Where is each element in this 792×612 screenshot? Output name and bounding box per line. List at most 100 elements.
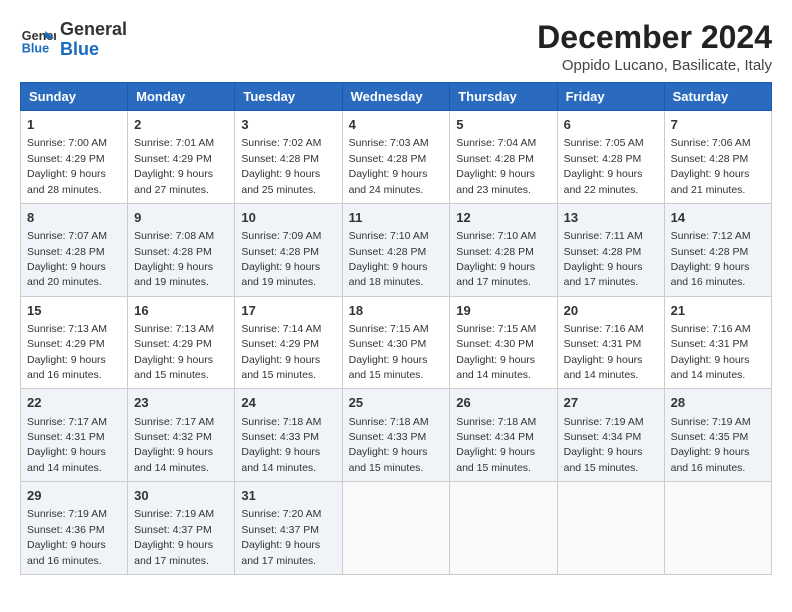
day-number: 13 (564, 209, 658, 227)
day-27: 27 Sunrise: 7:19 AMSunset: 4:34 PMDaylig… (557, 389, 664, 482)
day-8: 8 Sunrise: 7:07 AMSunset: 4:28 PMDayligh… (21, 203, 128, 296)
day-info: Sunrise: 7:17 AMSunset: 4:31 PMDaylight:… (27, 416, 107, 474)
day-info: Sunrise: 7:19 AMSunset: 4:36 PMDaylight:… (27, 508, 107, 566)
day-number: 24 (241, 394, 335, 412)
day-14: 14 Sunrise: 7:12 AMSunset: 4:28 PMDaylig… (664, 203, 771, 296)
day-15: 15 Sunrise: 7:13 AMSunset: 4:29 PMDaylig… (21, 296, 128, 389)
day-number: 10 (241, 209, 335, 227)
day-24: 24 Sunrise: 7:18 AMSunset: 4:33 PMDaylig… (235, 389, 342, 482)
day-number: 4 (349, 116, 444, 134)
calendar-body: 1 Sunrise: 7:00 AMSunset: 4:29 PMDayligh… (21, 111, 772, 575)
day-number: 18 (349, 302, 444, 320)
day-18: 18 Sunrise: 7:15 AMSunset: 4:30 PMDaylig… (342, 296, 450, 389)
day-info: Sunrise: 7:01 AMSunset: 4:29 PMDaylight:… (134, 137, 214, 195)
day-info: Sunrise: 7:13 AMSunset: 4:29 PMDaylight:… (134, 323, 214, 381)
day-28: 28 Sunrise: 7:19 AMSunset: 4:35 PMDaylig… (664, 389, 771, 482)
empty-cell (450, 482, 557, 575)
day-19: 19 Sunrise: 7:15 AMSunset: 4:30 PMDaylig… (450, 296, 557, 389)
col-thursday: Thursday (450, 83, 557, 111)
day-1: 1 Sunrise: 7:00 AMSunset: 4:29 PMDayligh… (21, 111, 128, 204)
day-number: 5 (456, 116, 550, 134)
empty-cell (557, 482, 664, 575)
day-info: Sunrise: 7:03 AMSunset: 4:28 PMDaylight:… (349, 137, 429, 195)
logo-general-text: General (60, 19, 127, 39)
day-info: Sunrise: 7:14 AMSunset: 4:29 PMDaylight:… (241, 323, 321, 381)
day-info: Sunrise: 7:08 AMSunset: 4:28 PMDaylight:… (134, 230, 214, 288)
day-number: 9 (134, 209, 228, 227)
col-friday: Friday (557, 83, 664, 111)
day-11: 11 Sunrise: 7:10 AMSunset: 4:28 PMDaylig… (342, 203, 450, 296)
day-info: Sunrise: 7:11 AMSunset: 4:28 PMDaylight:… (564, 230, 643, 288)
day-number: 19 (456, 302, 550, 320)
day-info: Sunrise: 7:19 AMSunset: 4:34 PMDaylight:… (564, 416, 644, 474)
weekday-header-row: Sunday Monday Tuesday Wednesday Thursday… (21, 83, 772, 111)
day-23: 23 Sunrise: 7:17 AMSunset: 4:32 PMDaylig… (128, 389, 235, 482)
day-9: 9 Sunrise: 7:08 AMSunset: 4:28 PMDayligh… (128, 203, 235, 296)
day-number: 1 (27, 116, 121, 134)
day-info: Sunrise: 7:07 AMSunset: 4:28 PMDaylight:… (27, 230, 107, 288)
day-info: Sunrise: 7:10 AMSunset: 4:28 PMDaylight:… (349, 230, 429, 288)
day-number: 26 (456, 394, 550, 412)
logo-icon: General Blue (20, 22, 56, 58)
col-sunday: Sunday (21, 83, 128, 111)
day-info: Sunrise: 7:20 AMSunset: 4:37 PMDaylight:… (241, 508, 321, 566)
day-info: Sunrise: 7:09 AMSunset: 4:28 PMDaylight:… (241, 230, 321, 288)
logo-blue-text: Blue (60, 39, 99, 59)
day-info: Sunrise: 7:02 AMSunset: 4:28 PMDaylight:… (241, 137, 321, 195)
title-block: December 2024 Oppido Lucano, Basilicate,… (537, 20, 772, 74)
day-info: Sunrise: 7:15 AMSunset: 4:30 PMDaylight:… (456, 323, 536, 381)
col-saturday: Saturday (664, 83, 771, 111)
day-20: 20 Sunrise: 7:16 AMSunset: 4:31 PMDaylig… (557, 296, 664, 389)
day-info: Sunrise: 7:00 AMSunset: 4:29 PMDaylight:… (27, 137, 107, 195)
col-monday: Monday (128, 83, 235, 111)
empty-cell (342, 482, 450, 575)
day-4: 4 Sunrise: 7:03 AMSunset: 4:28 PMDayligh… (342, 111, 450, 204)
logo: General Blue General Blue (20, 20, 127, 60)
day-info: Sunrise: 7:16 AMSunset: 4:31 PMDaylight:… (671, 323, 751, 381)
day-number: 23 (134, 394, 228, 412)
day-31: 31 Sunrise: 7:20 AMSunset: 4:37 PMDaylig… (235, 482, 342, 575)
empty-cell (664, 482, 771, 575)
location-subtitle: Oppido Lucano, Basilicate, Italy (537, 57, 772, 74)
day-16: 16 Sunrise: 7:13 AMSunset: 4:29 PMDaylig… (128, 296, 235, 389)
day-number: 27 (564, 394, 658, 412)
day-30: 30 Sunrise: 7:19 AMSunset: 4:37 PMDaylig… (128, 482, 235, 575)
day-12: 12 Sunrise: 7:10 AMSunset: 4:28 PMDaylig… (450, 203, 557, 296)
day-info: Sunrise: 7:18 AMSunset: 4:33 PMDaylight:… (241, 416, 321, 474)
day-info: Sunrise: 7:18 AMSunset: 4:33 PMDaylight:… (349, 416, 429, 474)
day-number: 20 (564, 302, 658, 320)
col-tuesday: Tuesday (235, 83, 342, 111)
day-info: Sunrise: 7:04 AMSunset: 4:28 PMDaylight:… (456, 137, 536, 195)
day-22: 22 Sunrise: 7:17 AMSunset: 4:31 PMDaylig… (21, 389, 128, 482)
header: General Blue General Blue December 2024 … (20, 20, 772, 74)
day-number: 22 (27, 394, 121, 412)
day-5: 5 Sunrise: 7:04 AMSunset: 4:28 PMDayligh… (450, 111, 557, 204)
day-info: Sunrise: 7:13 AMSunset: 4:29 PMDaylight:… (27, 323, 107, 381)
day-17: 17 Sunrise: 7:14 AMSunset: 4:29 PMDaylig… (235, 296, 342, 389)
day-info: Sunrise: 7:18 AMSunset: 4:34 PMDaylight:… (456, 416, 536, 474)
day-number: 28 (671, 394, 765, 412)
day-25: 25 Sunrise: 7:18 AMSunset: 4:33 PMDaylig… (342, 389, 450, 482)
day-number: 15 (27, 302, 121, 320)
calendar-table: Sunday Monday Tuesday Wednesday Thursday… (20, 82, 772, 575)
day-number: 21 (671, 302, 765, 320)
day-number: 2 (134, 116, 228, 134)
day-info: Sunrise: 7:15 AMSunset: 4:30 PMDaylight:… (349, 323, 429, 381)
day-3: 3 Sunrise: 7:02 AMSunset: 4:28 PMDayligh… (235, 111, 342, 204)
day-info: Sunrise: 7:19 AMSunset: 4:37 PMDaylight:… (134, 508, 214, 566)
day-6: 6 Sunrise: 7:05 AMSunset: 4:28 PMDayligh… (557, 111, 664, 204)
day-number: 17 (241, 302, 335, 320)
day-info: Sunrise: 7:06 AMSunset: 4:28 PMDaylight:… (671, 137, 751, 195)
day-number: 12 (456, 209, 550, 227)
day-number: 11 (349, 209, 444, 227)
day-number: 8 (27, 209, 121, 227)
day-13: 13 Sunrise: 7:11 AMSunset: 4:28 PMDaylig… (557, 203, 664, 296)
day-7: 7 Sunrise: 7:06 AMSunset: 4:28 PMDayligh… (664, 111, 771, 204)
day-number: 7 (671, 116, 765, 134)
day-number: 25 (349, 394, 444, 412)
month-title: December 2024 (537, 20, 772, 55)
day-info: Sunrise: 7:05 AMSunset: 4:28 PMDaylight:… (564, 137, 644, 195)
day-2: 2 Sunrise: 7:01 AMSunset: 4:29 PMDayligh… (128, 111, 235, 204)
day-info: Sunrise: 7:17 AMSunset: 4:32 PMDaylight:… (134, 416, 214, 474)
day-info: Sunrise: 7:10 AMSunset: 4:28 PMDaylight:… (456, 230, 536, 288)
